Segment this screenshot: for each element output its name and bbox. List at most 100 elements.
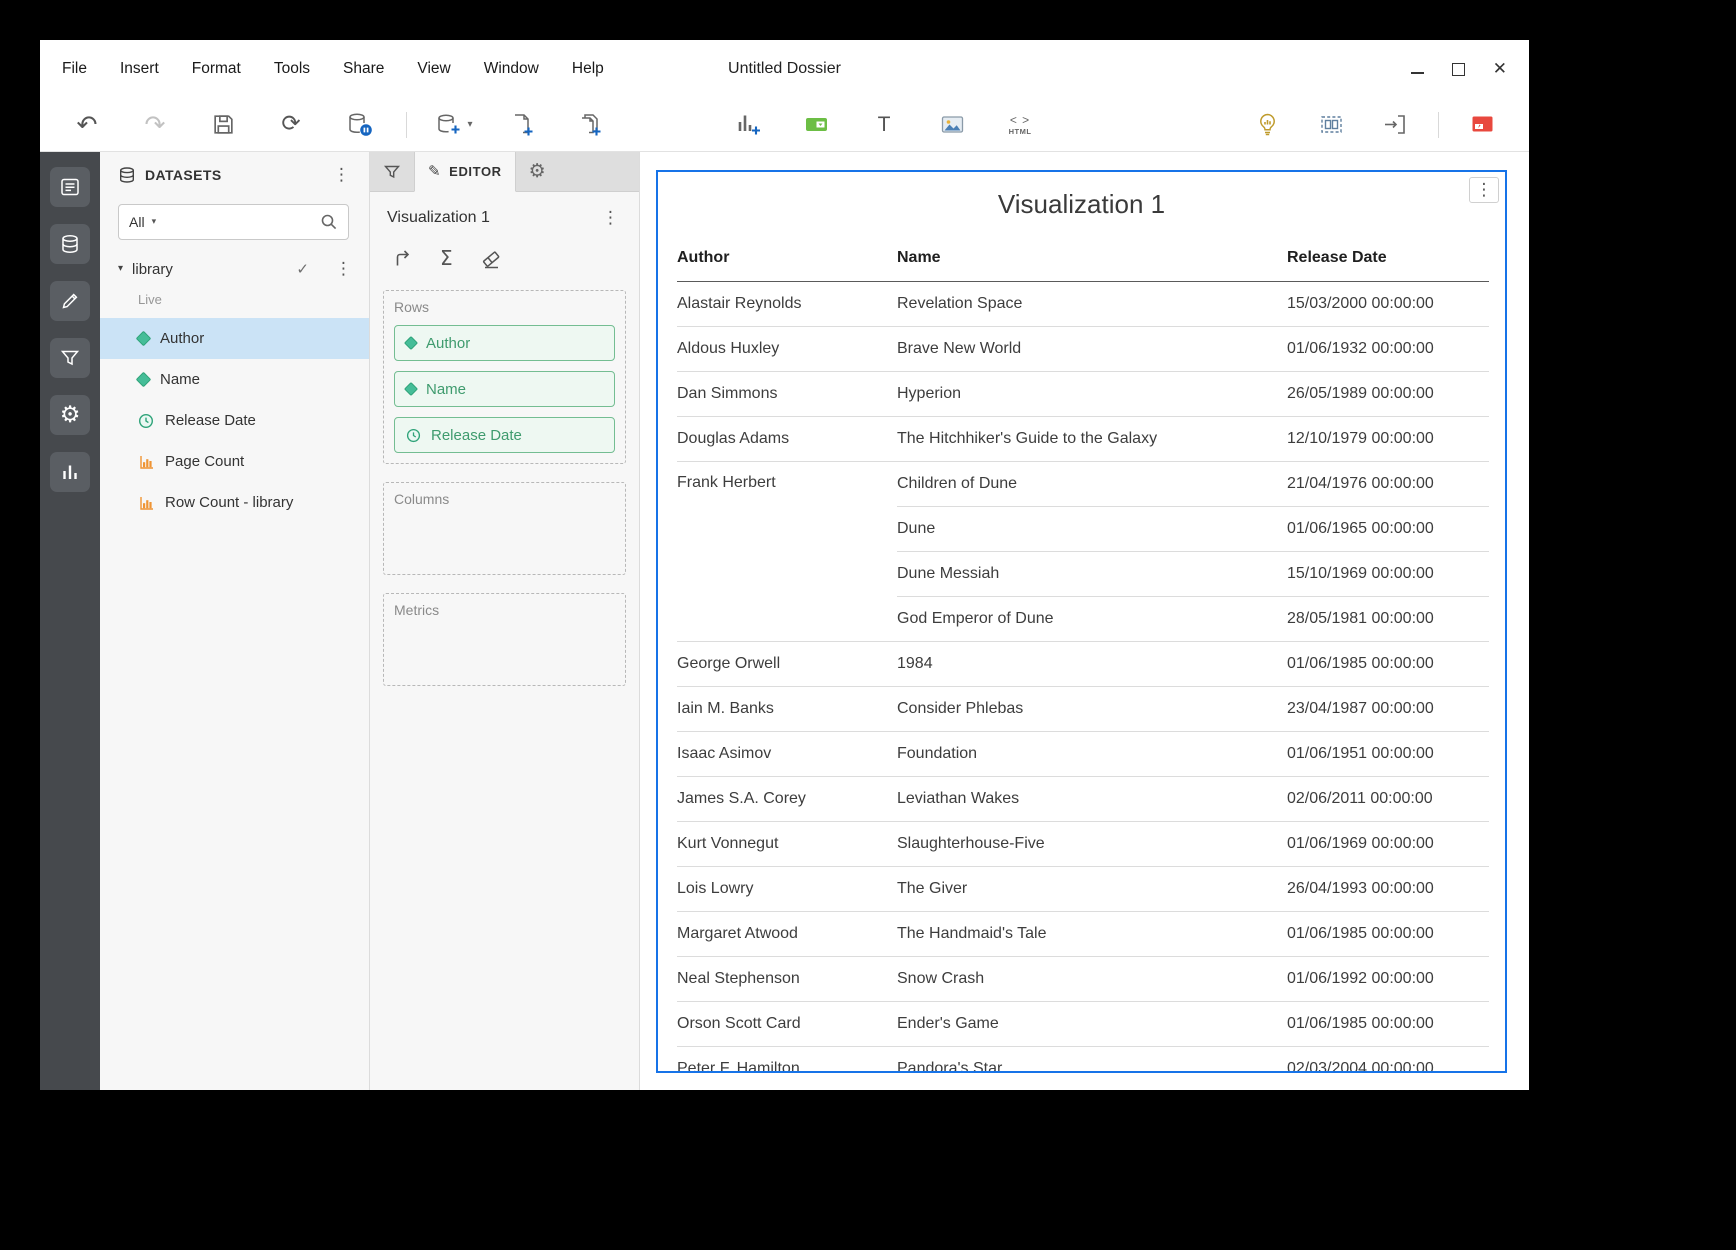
close-button[interactable]: ✕ [1493,61,1507,78]
grid-cell-release-date[interactable]: 26/04/1993 00:00:00 [1287,866,1489,911]
menu-help[interactable]: Help [572,60,604,78]
grid-cell-name[interactable]: Dune Messiah [897,551,1287,596]
grid-cell-author[interactable]: Peter F. Hamilton [677,1046,897,1073]
grid-cell-release-date[interactable]: 01/06/1951 00:00:00 [1287,731,1489,776]
datasets-kebab-menu[interactable]: ⋮ [330,167,353,184]
metrics-drop-zone[interactable]: Metrics [383,593,626,686]
insights-button[interactable] [1246,105,1288,145]
dossier-canvas[interactable]: ⋮ Visualization 1 Author Name Release Da… [640,152,1529,1090]
grid-cell-release-date[interactable]: 01/06/1965 00:00:00 [1287,506,1489,551]
dataset-field-release-date[interactable]: Release Date [100,400,369,441]
redo-button[interactable]: ↷ [134,105,176,145]
visualization-kebab-menu[interactable]: ⋮ [599,210,622,227]
visualization-menu-button[interactable]: ⋮ [1469,177,1499,203]
grid-cell-author[interactable]: George Orwell [677,641,897,686]
grid-header-author[interactable]: Author [677,236,897,281]
grid-cell-release-date[interactable]: 02/03/2004 00:00:00 [1287,1046,1489,1073]
grid-cell-author[interactable]: Kurt Vonnegut [677,821,897,866]
grid-cell-release-date[interactable]: 01/06/1985 00:00:00 [1287,911,1489,956]
grid-cell-release-date[interactable]: 23/04/1987 00:00:00 [1287,686,1489,731]
grid-cell-name[interactable]: Leviathan Wakes [897,776,1287,821]
grid-cell-name[interactable]: Hyperion [897,371,1287,416]
grid-cell-name[interactable]: The Giver [897,866,1287,911]
menu-tools[interactable]: Tools [274,60,310,78]
search-filter-value[interactable]: All [129,214,145,230]
menu-view[interactable]: View [417,60,450,78]
grid-header-release-date[interactable]: Release Date [1287,236,1489,281]
presentation-mode-button[interactable] [1461,105,1503,145]
grid-cell-release-date[interactable]: 28/05/1981 00:00:00 [1287,596,1489,641]
grid-cell-name[interactable]: Pandora's Star [897,1046,1287,1073]
rows-drop-zone[interactable]: Rows Author Name Release Date [383,290,626,464]
rail-contents-button[interactable] [50,167,90,207]
grid-cell-release-date[interactable]: 15/10/1969 00:00:00 [1287,551,1489,596]
grid-cell-release-date[interactable]: 01/06/1985 00:00:00 [1287,641,1489,686]
visualization-grid[interactable]: ⋮ Visualization 1 Author Name Release Da… [656,170,1507,1073]
grid-cell-author[interactable]: Margaret Atwood [677,911,897,956]
grid-cell-author[interactable]: Orson Scott Card [677,1001,897,1046]
tab-editor[interactable]: ✎ EDITOR [414,152,516,192]
rail-gallery-button[interactable] [50,452,90,492]
grid-cell-author[interactable]: Frank Herbert [677,461,897,641]
insert-filter-button[interactable] [795,105,837,145]
grid-cell-release-date[interactable]: 26/05/1989 00:00:00 [1287,371,1489,416]
grid-cell-name[interactable]: Children of Dune [897,461,1287,506]
refresh-button[interactable]: ⟳ [270,105,312,145]
grid-header-name[interactable]: Name [897,236,1287,281]
new-chapter-button[interactable] [569,105,611,145]
grid-cell-release-date[interactable]: 01/06/1932 00:00:00 [1287,326,1489,371]
grid-cell-author[interactable]: Lois Lowry [677,866,897,911]
rows-pill-author[interactable]: Author [394,325,615,361]
grid-cell-author[interactable]: Dan Simmons [677,371,897,416]
menu-format[interactable]: Format [192,60,241,78]
grid-cell-author[interactable]: Iain M. Banks [677,686,897,731]
pivot-button[interactable] [391,248,413,270]
grid-cell-name[interactable]: Foundation [897,731,1287,776]
panel-arrow-button[interactable] [1374,105,1416,145]
layout-grouping-button[interactable] [1310,105,1352,145]
rail-settings-button[interactable]: ⚙ [50,395,90,435]
grid-cell-author[interactable]: Neal Stephenson [677,956,897,1001]
rows-pill-name[interactable]: Name [394,371,615,407]
undo-button[interactable]: ↶ [66,105,108,145]
grid-cell-release-date[interactable]: 21/04/1976 00:00:00 [1287,461,1489,506]
dataset-tree-item[interactable]: ▾ library ✓ ⋮ [100,252,369,286]
grid-cell-release-date[interactable]: 01/06/1969 00:00:00 [1287,821,1489,866]
clear-button[interactable] [480,248,502,270]
insert-visualization-button[interactable] [727,105,769,145]
grid-cell-release-date[interactable]: 12/10/1979 00:00:00 [1287,416,1489,461]
add-data-button[interactable]: ▾ [433,105,475,145]
menu-insert[interactable]: Insert [120,60,159,78]
insert-image-button[interactable] [931,105,973,145]
menu-share[interactable]: Share [343,60,384,78]
dataset-field-page-count[interactable]: Page Count [100,441,369,482]
rows-pill-release-date[interactable]: Release Date [394,417,615,453]
new-page-button[interactable] [501,105,543,145]
grid-cell-release-date[interactable]: 02/06/2011 00:00:00 [1287,776,1489,821]
dataset-field-row-count[interactable]: Row Count - library [100,482,369,523]
tab-filter[interactable] [370,152,414,191]
insert-text-button[interactable]: T [863,105,905,145]
rail-filter-button[interactable] [50,338,90,378]
grid-cell-name[interactable]: Snow Crash [897,956,1287,1001]
dataset-field-name[interactable]: Name [100,359,369,400]
totals-button[interactable]: Σ [440,248,453,270]
grid-cell-author[interactable]: Alastair Reynolds [677,281,897,326]
grid-cell-release-date[interactable]: 01/06/1985 00:00:00 [1287,1001,1489,1046]
maximize-button[interactable] [1452,63,1465,76]
grid-cell-name[interactable]: Consider Phlebas [897,686,1287,731]
grid-cell-release-date[interactable]: 15/03/2000 00:00:00 [1287,281,1489,326]
grid-cell-release-date[interactable]: 01/06/1992 00:00:00 [1287,956,1489,1001]
dataset-search[interactable]: All ▾ [118,204,349,240]
dataset-field-author[interactable]: Author [100,318,369,359]
tree-collapse-icon[interactable]: ▾ [118,264,123,274]
insert-html-button[interactable]: < > HTML [999,105,1041,145]
grid-cell-name[interactable]: 1984 [897,641,1287,686]
grid-cell-name[interactable]: Slaughterhouse-Five [897,821,1287,866]
menu-file[interactable]: File [62,60,87,78]
grid-cell-name[interactable]: Brave New World [897,326,1287,371]
minimize-button[interactable] [1411,64,1424,74]
grid-cell-name[interactable]: The Hitchhiker's Guide to the Galaxy [897,416,1287,461]
grid-cell-author[interactable]: James S.A. Corey [677,776,897,821]
grid-cell-author[interactable]: Aldous Huxley [677,326,897,371]
